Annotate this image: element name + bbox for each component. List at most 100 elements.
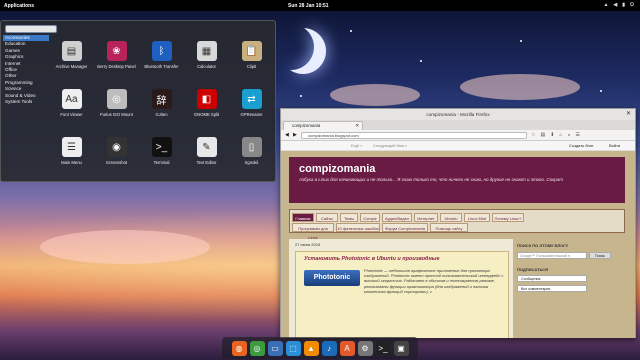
blog-menu: Главная Сайты Темы Compiz Аудио/Видео Интерне… <box>289 209 625 240</box>
browser-tab[interactable]: compizomania ✕ <box>283 121 363 130</box>
blog-post: Установить Phototonic в Ubuntu и произво… <box>295 251 509 338</box>
app-store-icon[interactable]: A <box>339 340 355 356</box>
app-label: Calculator <box>197 64 216 69</box>
blog-menu-tab[interactable]: Программы для Linux <box>292 223 334 240</box>
app-launcher[interactable]: ▤ Archive Manager <box>49 35 94 76</box>
tab-label: compizomania <box>292 123 321 128</box>
login-link[interactable]: Войти <box>609 143 620 148</box>
applications-menu: Accessories Education Games Graphics Interne… <box>0 20 276 182</box>
star <box>520 40 522 42</box>
app-label: GJiten <box>155 112 168 117</box>
pocket-icon[interactable]: ◒ <box>567 132 570 138</box>
cloud <box>40 230 210 264</box>
blogger-more[interactable]: Ещё » <box>351 143 363 148</box>
cloud <box>330 84 420 106</box>
files-icon[interactable]: ▭ <box>267 340 283 356</box>
blogger-navbar: Ещё » Следующий блог» Создать блог Войти <box>281 141 635 151</box>
category-list: Accessories Education Games Graphics Interne… <box>3 35 49 105</box>
blog-menu-tab[interactable]: Форум Compizomania <box>382 223 428 232</box>
battery-icon[interactable]: ▮ <box>622 2 625 8</box>
volume-icon[interactable]: ◀ <box>613 2 617 8</box>
calculator-icon: ▦ <box>196 41 217 61</box>
app-launcher[interactable]: Aa Font Viewer <box>49 83 94 124</box>
raspberry-icon: ❀ <box>106 41 127 61</box>
post-title[interactable]: Установить Phototonic в Ubuntu и произво… <box>304 256 440 262</box>
app-launcher[interactable]: >_ Terminal <box>139 131 184 172</box>
app-launcher[interactable]: ◎ Furius ISO Mount <box>94 83 139 124</box>
vlc-icon[interactable]: ▲ <box>303 340 319 356</box>
chrome-icon[interactable]: ◎ <box>249 340 265 356</box>
address-bar[interactable]: compizomania.blogspot.com <box>301 132 527 139</box>
blog-menu-tab[interactable]: Compiz <box>360 213 380 222</box>
blog-menu-tab[interactable]: Почему Linux? <box>492 213 524 222</box>
tab-bar: compizomania ✕ <box>281 120 635 130</box>
blog-menu-tab[interactable]: Темы <box>340 213 358 222</box>
blog-sidebar: ПОИСК ПО ЭТОМУ БЛОГУ Google™ Пользовател… <box>517 239 625 338</box>
top-panel: Applications Sun 28 Jan 10:51 ▲ ◀ ▮ ⏻ <box>0 0 640 11</box>
search-input[interactable] <box>5 25 57 33</box>
forward-icon[interactable]: ▶ <box>293 132 297 138</box>
home-icon[interactable]: ⌂ <box>559 132 562 138</box>
power-icon[interactable]: ⏻ <box>630 2 634 8</box>
app-launcher[interactable]: 辞 GJiten <box>139 83 184 124</box>
toolbar-icons: ☆ ▤ ⬇ ⌂ ◒ ☰ <box>531 132 580 138</box>
bookmark-icon[interactable]: ☆ <box>531 132 535 138</box>
blog-search-button[interactable]: Поиск <box>589 252 611 259</box>
window-titlebar[interactable]: compizomania - Mozilla Firefox ✕ <box>281 109 635 120</box>
blog-menu-tab[interactable]: Аудио/Видео <box>382 213 412 222</box>
app-launcher[interactable]: ⇄ GPRename <box>229 83 274 124</box>
screen-icon[interactable]: ▣ <box>393 340 409 356</box>
tab-close-icon[interactable]: ✕ <box>355 122 359 130</box>
blog-menu-tab[interactable]: Главная <box>292 213 314 222</box>
back-icon[interactable]: ◀ <box>285 132 289 138</box>
network-icon[interactable]: ▲ <box>603 2 608 8</box>
applications-button[interactable]: Applications <box>4 3 34 9</box>
menu-icon[interactable]: ☰ <box>575 132 579 138</box>
software-icon[interactable]: ⬚ <box>285 340 301 356</box>
blog-title[interactable]: compizomania <box>299 163 375 175</box>
reader-icon[interactable]: ▤ <box>540 132 545 138</box>
bluetooth-icon: ᛒ <box>151 41 172 61</box>
firefox-icon[interactable]: ◍ <box>231 340 247 356</box>
app-launcher[interactable]: 📋 Clipit <box>229 35 274 76</box>
blog-menu-tab[interactable]: Сайты <box>316 213 338 222</box>
clock[interactable]: Sun 28 Jan 10:51 <box>288 3 329 9</box>
blog-menu-tab[interactable]: 10 фатальных ошибок <box>336 223 380 232</box>
app-launcher[interactable]: ☰ Main Menu <box>49 131 94 172</box>
blog-menu-tab[interactable]: Интернет <box>414 213 438 222</box>
blog-menu-tab[interactable]: Ubuntu <box>440 213 462 222</box>
app-label: Text Editor <box>196 160 217 165</box>
amarok-icon[interactable]: ♪ <box>321 340 337 356</box>
app-launcher[interactable]: ᛒ Bluetooth Transfer <box>139 35 184 76</box>
app-label: GNOME Split <box>193 112 220 117</box>
app-launcher[interactable]: ▦ Calculator <box>184 35 229 76</box>
dock: ◍ ◎ ▭ ⬚ ▲ ♪ A ⚙ >_ ▣ <box>222 337 418 359</box>
blogger-next[interactable]: Следующий блог» <box>373 143 407 148</box>
archive-icon: ▤ <box>61 41 82 61</box>
app-label: Terminal <box>153 160 170 165</box>
dictionary-icon: 辞 <box>151 89 172 109</box>
settings-icon[interactable]: ⚙ <box>357 340 373 356</box>
app-launcher[interactable]: ❀ Berry Desktop Panel <box>94 35 139 76</box>
subscribe-posts[interactable]: Сообщения <box>517 275 587 282</box>
app-grid: ▤ Archive Manager ❀ Berry Desktop Panel ᛒ Blu… <box>49 35 275 172</box>
subscribe-comments[interactable]: Все комментарии <box>517 285 587 292</box>
blog-menu-tab[interactable]: Linux Mint <box>464 213 490 222</box>
screenshot-icon: ◉ <box>106 137 127 157</box>
app-launcher[interactable]: ▯ Xgnokii <box>229 131 274 172</box>
text-editor-icon: ✎ <box>196 137 217 157</box>
system-tray: ▲ ◀ ▮ ⏻ <box>603 2 634 8</box>
app-launcher[interactable]: ✎ Text Editor <box>184 131 229 172</box>
app-launcher[interactable]: ◉ Screenshot <box>94 131 139 172</box>
app-launcher[interactable]: ◧ GNOME Split <box>184 83 229 124</box>
star <box>350 30 352 32</box>
category-item[interactable]: System Tools <box>3 99 49 105</box>
subscribe-heading: ПОДПИСАТЬСЯ <box>517 267 548 272</box>
close-icon[interactable]: ✕ <box>626 109 631 120</box>
create-blog-link[interactable]: Создать блог <box>569 143 594 148</box>
terminal-icon[interactable]: >_ <box>375 340 391 356</box>
blog-menu-tab[interactable]: Помощь сайту <box>430 223 468 232</box>
font-viewer-icon: Aa <box>61 89 82 109</box>
blog-search-input[interactable]: Google™ Пользовательский п <box>517 252 587 259</box>
download-icon[interactable]: ⬇ <box>550 132 554 138</box>
